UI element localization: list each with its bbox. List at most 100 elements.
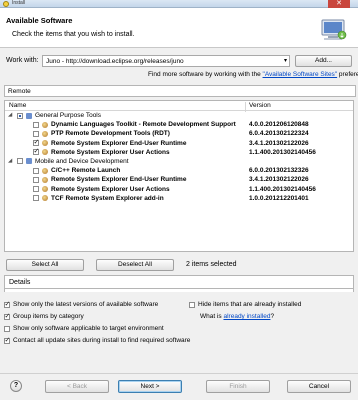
tree-row-checkbox[interactable] [33, 186, 39, 192]
install-wizard-icon [321, 19, 347, 40]
work-with-value: Juno - http://download.eclipse.org/relea… [46, 58, 184, 65]
tree-row-name: TCF Remote System Explorer add-in [51, 194, 164, 202]
plugin-icon [42, 186, 48, 192]
window-title: Install [12, 0, 26, 6]
tree-row-checkbox[interactable] [33, 147, 39, 156]
tree-row[interactable]: Remote System Explorer End-User Runtime 3… [5, 175, 353, 184]
already-installed-link[interactable]: already installed [223, 313, 270, 320]
tree-row-version: 4.0.0.201206120848 [249, 121, 309, 129]
tree-row-version: 1.1.400.201302140456 [249, 148, 316, 156]
hide-installed-checkbox[interactable] [189, 301, 195, 308]
selection-count: 2 items selected [186, 261, 237, 268]
tree-row-name: PTP Remote Development Tools (RDT) [51, 130, 170, 138]
tree-row[interactable]: PTP Remote Development Tools (RDT) 6.0.4.… [5, 129, 353, 138]
tree-row-checkbox[interactable] [33, 167, 39, 174]
what-is-prefix: What is [200, 313, 224, 320]
next-button[interactable]: Next > [118, 380, 182, 393]
cancel-button[interactable]: Cancel [287, 380, 351, 393]
tree-row-version: 3.4.1.201302122026 [249, 139, 309, 147]
filter-input[interactable]: Remote [4, 85, 356, 97]
back-button[interactable]: < Back [45, 380, 109, 393]
contact-sites-label: Contact all update sites during install … [13, 337, 191, 344]
target-env-label: Show only software applicable to target … [13, 325, 164, 332]
plugin-icon [42, 140, 48, 147]
tree-row-name: Remote System Explorer User Actions [51, 185, 170, 193]
tree-row-checkbox[interactable] [33, 176, 39, 183]
details-label: Details [9, 279, 31, 286]
tree-row[interactable]: Remote System Explorer End-User Runtime 3… [5, 138, 353, 148]
tree-row-checkbox[interactable] [33, 138, 39, 147]
tree-row-name: C/C++ Remote Launch [51, 167, 121, 175]
details-area [4, 289, 354, 292]
window-title-bar: Install ✕ [0, 0, 358, 8]
add-site-button[interactable]: Add... [295, 55, 352, 67]
finish-button[interactable]: Finish [206, 380, 270, 393]
work-with-row: Work with: Juno - http://download.eclips… [0, 54, 358, 68]
contact-sites-checkbox[interactable] [4, 336, 10, 344]
tree-row[interactable]: ◢ Mobile and Device Development [5, 157, 353, 166]
page-description: Check the items that you wish to install… [12, 31, 135, 38]
available-sites-link[interactable]: "Available Software Sites" [263, 71, 338, 78]
plugin-icon [42, 195, 48, 202]
deselect-all-button[interactable]: Deselect All [96, 259, 174, 271]
what-is-suffix: ? [270, 313, 275, 320]
software-tree[interactable]: Name Version ◢ General Purpose Tools Dynam… [4, 100, 354, 252]
chevron-down-icon[interactable]: ▾ [284, 56, 287, 67]
tree-row-version: 1.1.400.201302140456 [249, 185, 316, 193]
what-is-installed-text: What is already installed? [200, 313, 274, 320]
tree-row-checkbox[interactable] [33, 121, 39, 128]
tree-row-name: Remote System Explorer End-User Runtime [51, 139, 187, 147]
target-env-checkbox[interactable] [4, 325, 10, 332]
category-icon [26, 112, 32, 119]
hide-installed-label: Hide items that are already installed [198, 301, 302, 308]
tree-row-checkbox[interactable] [17, 158, 23, 165]
tree-row[interactable]: Remote System Explorer User Actions 1.1.4… [5, 185, 353, 194]
tree-row-name: General Purpose Tools [35, 112, 102, 119]
tree-row-checkbox[interactable] [33, 195, 39, 202]
tree-row-version: 6.0.4.201302122324 [249, 130, 309, 138]
tree-row-checkbox[interactable] [33, 130, 39, 137]
plugin-icon [42, 130, 48, 137]
work-with-combo[interactable]: Juno - http://download.eclipse.org/relea… [42, 55, 290, 67]
tree-row[interactable]: TCF Remote System Explorer add-in 1.0.0.2… [5, 194, 353, 203]
tree-expand-icon[interactable]: ◢ [8, 111, 12, 120]
selection-row: Select All Deselect All 2 items selected [4, 258, 354, 272]
tree-header: Name Version [5, 101, 353, 112]
tree-row[interactable]: C/C++ Remote Launch 6.0.0.201302132326 [5, 166, 353, 175]
find-more-text: Find more software by working with the "… [148, 71, 358, 78]
plugin-icon [42, 149, 48, 156]
wizard-banner: Available Software Check the items that … [0, 8, 358, 48]
wizard-footer: ? < Back Next > Finish Cancel [0, 373, 358, 400]
details-panel: Details [4, 275, 354, 289]
plugin-icon [42, 167, 48, 174]
tree-row-version: 3.4.1.201302122026 [249, 176, 309, 184]
select-all-button[interactable]: Select All [6, 259, 84, 271]
group-by-category-checkbox[interactable] [4, 312, 10, 320]
tree-rows: ◢ General Purpose Tools Dynamic Languages … [5, 111, 353, 203]
column-header-version[interactable]: Version [249, 102, 271, 109]
help-icon[interactable]: ? [10, 380, 22, 392]
work-with-label: Work with: [6, 57, 39, 64]
options-group: Show only the latest versions of availab… [4, 293, 354, 347]
latest-only-checkbox[interactable] [4, 300, 10, 308]
window-close-button[interactable]: ✕ [328, 0, 350, 8]
tree-row-name: Mobile and Device Development [35, 157, 129, 165]
tree-row[interactable]: Dynamic Languages Toolkit - Remote Devel… [5, 120, 353, 129]
tree-row-version: 6.0.0.201302132326 [249, 167, 309, 175]
plugin-icon [42, 121, 48, 128]
tree-row[interactable]: Remote System Explorer User Actions 1.1.4… [5, 147, 353, 157]
column-header-name[interactable]: Name [9, 102, 26, 109]
eclipse-app-icon [3, 1, 9, 7]
tree-row-name: Dynamic Languages Toolkit - Remote Devel… [51, 121, 236, 129]
plugin-icon [42, 176, 48, 183]
page-title: Available Software [6, 16, 73, 25]
latest-only-label: Show only the latest versions of availab… [13, 301, 159, 308]
tree-row-version: 1.0.0.201212201401 [249, 194, 309, 202]
group-by-category-label: Group items by category [13, 313, 84, 320]
tree-row-name: Remote System Explorer User Actions [51, 148, 170, 156]
tree-expand-icon[interactable]: ◢ [8, 157, 12, 166]
tree-row-name: Remote System Explorer End-User Runtime [51, 176, 187, 184]
tree-row-checkbox[interactable] [17, 112, 23, 119]
category-icon [26, 158, 32, 165]
tree-row[interactable]: ◢ General Purpose Tools [5, 111, 353, 120]
